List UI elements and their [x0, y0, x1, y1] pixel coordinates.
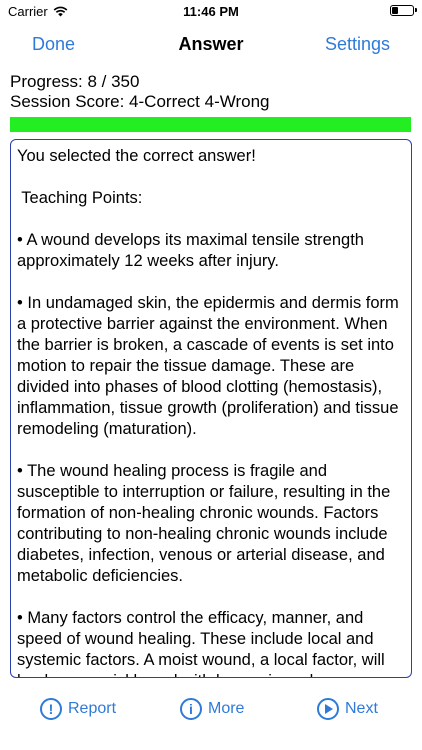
- exclamation-circle-icon: !: [40, 698, 62, 720]
- progress-bar-fill: [10, 117, 411, 132]
- battery-icon: [390, 5, 417, 16]
- battery-level: [392, 7, 398, 14]
- teaching-points-heading: Teaching Points:: [17, 189, 143, 207]
- report-label: Report: [68, 700, 117, 717]
- info-circle-icon: i: [180, 698, 202, 720]
- session-score-label: Session Score: 4-Correct 4-Wrong: [10, 92, 270, 111]
- play-circle-icon: [317, 698, 339, 720]
- status-time: 11:46 PM: [183, 4, 239, 19]
- settings-button[interactable]: Settings: [325, 34, 390, 55]
- progress-label: Progress: 8 / 350: [10, 72, 140, 91]
- more-label: More: [208, 700, 245, 717]
- status-bar: Carrier 11:46 PM: [0, 0, 422, 22]
- progress-bar: [10, 117, 411, 132]
- navigation-bar: Done Answer Settings: [0, 22, 422, 66]
- answer-text-view[interactable]: You selected the correct answer! Teachin…: [10, 139, 412, 678]
- teaching-point: • Many factors control the efficacy, man…: [17, 609, 385, 677]
- teaching-point: • In undamaged skin, the epidermis and d…: [17, 294, 399, 438]
- more-button[interactable]: i More: [180, 698, 244, 720]
- session-info: Progress: 8 / 350 Session Score: 4-Corre…: [10, 72, 270, 112]
- bottom-toolbar: ! Report i More Next: [0, 690, 422, 734]
- result-message: You selected the correct answer!: [17, 147, 256, 165]
- teaching-point: • The wound healing process is fragile a…: [17, 462, 391, 585]
- next-label: Next: [345, 700, 378, 717]
- teaching-point: • A wound develops its maximal tensile s…: [17, 231, 364, 270]
- next-button[interactable]: Next: [317, 698, 378, 720]
- report-button[interactable]: ! Report: [40, 698, 116, 720]
